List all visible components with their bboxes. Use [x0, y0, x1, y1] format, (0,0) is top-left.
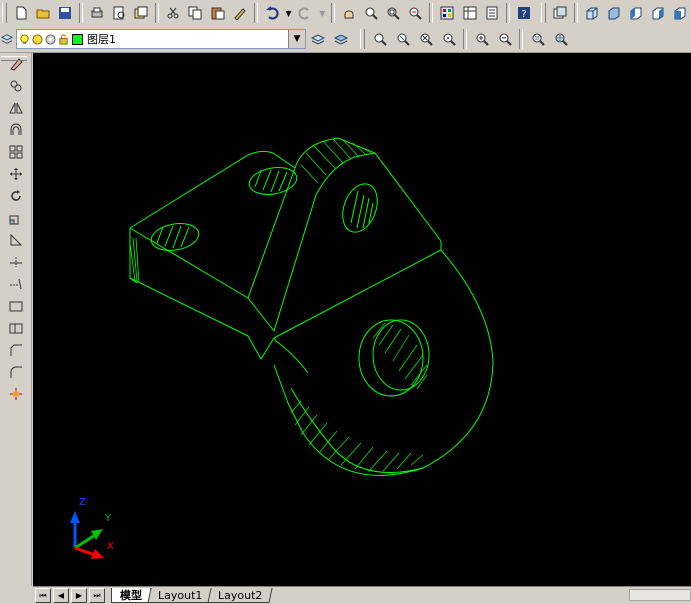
separator — [505, 3, 510, 23]
design-center-icon[interactable] — [460, 3, 480, 24]
array-icon[interactable] — [5, 141, 27, 163]
stretch-icon[interactable] — [5, 229, 27, 251]
scale-icon[interactable] — [5, 207, 27, 229]
ucs-z-label: Z — [79, 497, 86, 508]
model-viewport: Z Y X — [70, 137, 494, 559]
toolbar-grip[interactable] — [2, 3, 7, 23]
separator — [253, 3, 258, 23]
help-icon[interactable]: ? — [514, 3, 534, 24]
modify-toolbar — [0, 53, 32, 586]
separator — [519, 29, 523, 49]
publish-icon[interactable] — [131, 3, 151, 24]
make-object-layer-current-icon[interactable] — [307, 29, 328, 50]
toolbar-grip[interactable] — [360, 29, 365, 49]
horizontal-scrollbar[interactable] — [629, 589, 691, 601]
zoom-extents-icon[interactable] — [550, 29, 571, 50]
trim-icon[interactable] — [5, 251, 27, 273]
join-icon[interactable] — [5, 317, 27, 339]
explode-icon[interactable] — [5, 383, 27, 405]
svg-text:?: ? — [521, 9, 526, 20]
last-tab-button[interactable]: ⏭ — [89, 588, 105, 603]
zoom-previous-icon[interactable] — [405, 3, 425, 24]
ucs-y-label: Y — [104, 513, 112, 524]
ucs-x-label: X — [107, 541, 114, 552]
zoom-realtime-icon[interactable] — [361, 3, 381, 24]
standard-toolbar: ▼ ▼ ? — [0, 0, 691, 27]
zoom-dynamic-icon[interactable] — [392, 29, 413, 50]
cut-icon[interactable] — [163, 3, 183, 24]
pan-icon[interactable] — [339, 3, 359, 24]
sun-icon[interactable] — [32, 33, 43, 45]
next-tab-button[interactable]: ▶ — [71, 588, 87, 603]
separator — [331, 3, 336, 23]
top-view-icon[interactable] — [582, 3, 602, 24]
redo-dropdown-icon[interactable]: ▼ — [318, 3, 328, 24]
toolbar-grip[interactable] — [540, 3, 546, 23]
tab-model[interactable]: 模型 — [111, 588, 151, 603]
separator — [155, 3, 160, 23]
right-view-icon[interactable] — [648, 3, 668, 24]
move-icon[interactable] — [5, 163, 27, 185]
layer-color-swatch — [72, 33, 83, 45]
tab-layout1[interactable]: Layout1 — [147, 588, 214, 603]
zoom-window-icon[interactable] — [383, 3, 403, 24]
bracket-model — [129, 137, 494, 476]
first-tab-button[interactable]: ⏮ — [35, 588, 51, 603]
bottom-view-icon[interactable] — [604, 3, 624, 24]
zoom-center-icon[interactable] — [438, 29, 459, 50]
properties-icon[interactable] — [437, 3, 457, 24]
extend-icon[interactable] — [5, 273, 27, 295]
lightbulb-icon[interactable] — [19, 33, 30, 45]
rotate-icon[interactable] — [5, 185, 27, 207]
undo-icon[interactable] — [262, 3, 282, 24]
match-properties-icon[interactable] — [230, 3, 250, 24]
separator — [79, 3, 84, 23]
viewport-freeze-icon[interactable] — [45, 33, 56, 45]
plot-icon[interactable] — [87, 3, 107, 24]
toolbar-grip[interactable] — [1, 56, 27, 61]
previous-tab-button[interactable]: ◀ — [53, 588, 69, 603]
plot-preview-icon[interactable] — [109, 3, 129, 24]
layers-toolbar: 图层1 ▼ — [0, 26, 691, 53]
zoom-out-icon[interactable] — [494, 29, 515, 50]
undo-dropdown-icon[interactable]: ▼ — [284, 3, 294, 24]
copy-icon[interactable] — [185, 3, 205, 24]
open-icon[interactable] — [33, 3, 53, 24]
tool-palettes-icon[interactable] — [482, 3, 502, 24]
separator — [429, 3, 434, 23]
copy-object-icon[interactable] — [5, 75, 27, 97]
break-icon[interactable] — [5, 295, 27, 317]
named-views-icon[interactable] — [550, 3, 570, 24]
layout-tabs-bar: ⏮ ◀ ▶ ⏭ 模型 Layout1 Layout2 — [33, 586, 691, 604]
layer-name: 图层1 — [87, 33, 116, 46]
offset-icon[interactable] — [5, 119, 27, 141]
redo-icon[interactable] — [295, 3, 315, 24]
lock-icon[interactable] — [58, 33, 69, 45]
new-icon[interactable] — [11, 3, 31, 24]
zoom-window-icon[interactable] — [369, 29, 390, 50]
left-view-icon[interactable] — [626, 3, 646, 24]
zoom-in-icon[interactable] — [471, 29, 492, 50]
tab-layout2[interactable]: Layout2 — [207, 588, 274, 603]
layer-previous-icon[interactable] — [330, 29, 351, 50]
chevron-down-icon[interactable]: ▼ — [288, 30, 305, 48]
mirror-icon[interactable] — [5, 97, 27, 119]
layer-manager-icon[interactable] — [0, 29, 14, 50]
save-icon[interactable] — [55, 3, 75, 24]
fillet-icon[interactable] — [5, 361, 27, 383]
separator — [573, 3, 578, 23]
separator — [463, 29, 467, 49]
zoom-all-icon[interactable] — [527, 29, 548, 50]
drawing-canvas[interactable]: Z Y X — [33, 53, 691, 586]
zoom-scale-icon[interactable] — [415, 29, 436, 50]
layer-dropdown[interactable]: 图层1 ▼ — [16, 29, 306, 49]
front-view-icon[interactable] — [670, 3, 690, 24]
paste-icon[interactable] — [208, 3, 228, 24]
chamfer-icon[interactable] — [5, 339, 27, 361]
ucs-icon: Z Y X — [70, 497, 114, 559]
